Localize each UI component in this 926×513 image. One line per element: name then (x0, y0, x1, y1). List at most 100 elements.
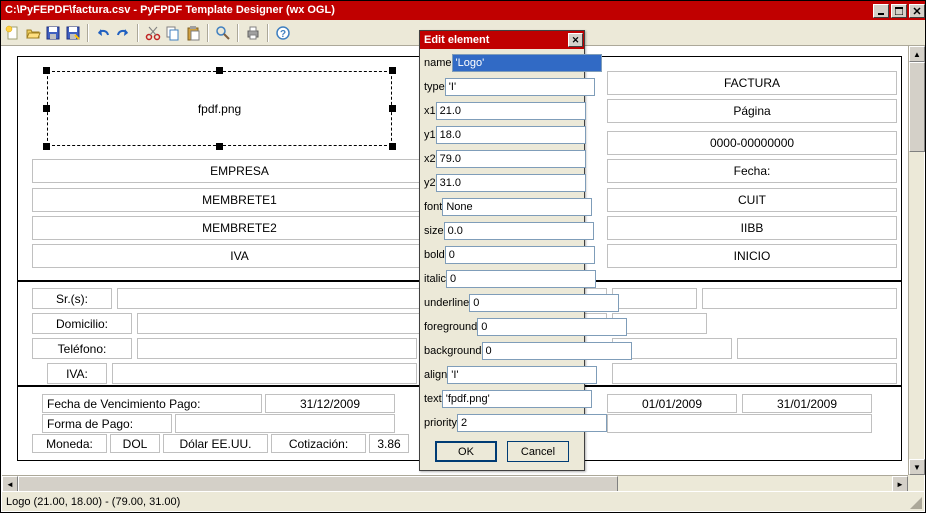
scroll-left-button[interactable]: ◄ (2, 476, 18, 492)
factura-box[interactable]: FACTURA (607, 71, 897, 95)
iva-label: IVA (230, 249, 248, 263)
underline-input[interactable] (469, 294, 619, 312)
close-button[interactable] (909, 4, 925, 18)
minimize-button[interactable] (873, 4, 889, 18)
sr-box[interactable]: Sr.(s): (32, 288, 112, 309)
font-input[interactable] (442, 198, 592, 216)
titlebar: C:\PyFEPDF\factura.csv - PyFPDF Template… (1, 1, 925, 20)
handle-s[interactable] (216, 143, 223, 150)
handle-se[interactable] (389, 143, 396, 150)
date1-box[interactable]: 01/01/2009 (607, 394, 737, 413)
name-input[interactable] (452, 54, 602, 72)
handle-sw[interactable] (43, 143, 50, 150)
iva-box[interactable]: IVA (32, 244, 447, 268)
membrete2-box[interactable]: MEMBRETE2 (32, 216, 447, 240)
italic-input[interactable] (446, 270, 596, 288)
undo-icon[interactable] (95, 25, 111, 41)
priority-input[interactable] (457, 414, 607, 432)
r1b-box[interactable] (702, 288, 897, 309)
empresa-box[interactable]: EMPRESA (32, 159, 447, 183)
vscroll-thumb[interactable] (909, 62, 925, 152)
domicilio-box[interactable]: Domicilio: (32, 313, 132, 334)
cancel-button[interactable]: Cancel (507, 441, 569, 462)
iva2-value-box[interactable] (112, 363, 417, 384)
dol-box[interactable]: DOL (110, 434, 160, 453)
dolar-box[interactable]: Dólar EE.UU. (163, 434, 268, 453)
open-icon[interactable] (25, 25, 41, 41)
handle-w[interactable] (43, 105, 50, 112)
text-input[interactable] (442, 390, 592, 408)
membrete1-label: MEMBRETE1 (202, 193, 277, 207)
status-text: Logo (21.00, 18.00) - (79.00, 31.00) (6, 496, 180, 508)
vertical-scrollbar[interactable]: ▲ ▼ (908, 46, 924, 475)
about-icon[interactable]: ? (275, 25, 291, 41)
x2-input[interactable] (436, 150, 586, 168)
handle-e[interactable] (389, 105, 396, 112)
print-icon[interactable] (245, 25, 261, 41)
telefono-value-box[interactable] (137, 338, 417, 359)
toolbar-separator (267, 24, 269, 42)
hscroll-thumb[interactable] (18, 476, 618, 492)
handle-n[interactable] (216, 67, 223, 74)
copy-icon[interactable] (165, 25, 181, 41)
new-icon[interactable] (5, 25, 21, 41)
foreground-input[interactable] (477, 318, 627, 336)
cotiz-box[interactable]: Cotización: (271, 434, 366, 453)
selected-element[interactable]: fpdf.png (47, 71, 392, 146)
find-icon[interactable] (215, 25, 231, 41)
forma-val-box[interactable] (175, 414, 395, 433)
bold-input[interactable] (445, 246, 595, 264)
telefono-box[interactable]: Teléfono: (32, 338, 132, 359)
handle-nw[interactable] (43, 67, 50, 74)
field-label-size: size (424, 225, 444, 237)
cuit-box[interactable]: CUIT (607, 188, 897, 212)
date2-label: 31/01/2009 (777, 397, 837, 411)
redo-icon[interactable] (115, 25, 131, 41)
iva2-box[interactable]: IVA: (47, 363, 107, 384)
cotizval-box[interactable]: 3.86 (369, 434, 409, 453)
factura-label: FACTURA (724, 76, 780, 90)
type-input[interactable] (445, 78, 595, 96)
r1-box[interactable] (612, 288, 697, 309)
dialog-close-button[interactable]: ✕ (568, 33, 583, 47)
y2-input[interactable] (436, 174, 586, 192)
resize-grip[interactable] (908, 495, 922, 509)
bot-r2-box[interactable] (607, 414, 872, 433)
membrete1-box[interactable]: MEMBRETE1 (32, 188, 447, 212)
pagina-box[interactable]: Página (607, 99, 897, 123)
inicio-label: INICIO (734, 249, 771, 263)
paste-icon[interactable] (185, 25, 201, 41)
save-icon[interactable] (45, 25, 61, 41)
scroll-down-button[interactable]: ▼ (909, 459, 925, 475)
moneda-box[interactable]: Moneda: (32, 434, 107, 453)
date2-box[interactable]: 31/01/2009 (742, 394, 872, 413)
fecha-box[interactable]: Fecha: (607, 159, 897, 183)
scroll-right-button[interactable]: ► (892, 476, 908, 492)
dialog-titlebar[interactable]: Edit element ✕ (420, 31, 584, 49)
x1-input[interactable] (436, 102, 586, 120)
size-input[interactable] (444, 222, 594, 240)
iibb-box[interactable]: IIBB (607, 216, 897, 240)
background-input[interactable] (482, 342, 632, 360)
logo-box[interactable]: fpdf.png (47, 71, 392, 146)
field-label-font: font (424, 201, 442, 213)
maximize-button[interactable] (891, 4, 907, 18)
inicio-box[interactable]: INICIO (607, 244, 897, 268)
toolbar-separator (237, 24, 239, 42)
forma-box[interactable]: Forma de Pago: (42, 414, 172, 433)
field-label-type: type (424, 81, 445, 93)
y1-input[interactable] (436, 126, 586, 144)
venc-val-box[interactable]: 31/12/2009 (265, 394, 395, 413)
r3b-box[interactable] (737, 338, 897, 359)
scroll-up-button[interactable]: ▲ (909, 46, 925, 62)
align-input[interactable] (447, 366, 597, 384)
saveas-icon[interactable] (65, 25, 81, 41)
cut-icon[interactable] (145, 25, 161, 41)
field-label-name: name (424, 57, 452, 69)
r4-box[interactable] (612, 363, 897, 384)
venc-label-box[interactable]: Fecha de Vencimiento Pago: (42, 394, 262, 413)
docnum-box[interactable]: 0000-00000000 (607, 131, 897, 155)
handle-ne[interactable] (389, 67, 396, 74)
ok-button[interactable]: OK (435, 441, 497, 462)
horizontal-scrollbar[interactable]: ◄ ► (2, 475, 908, 491)
